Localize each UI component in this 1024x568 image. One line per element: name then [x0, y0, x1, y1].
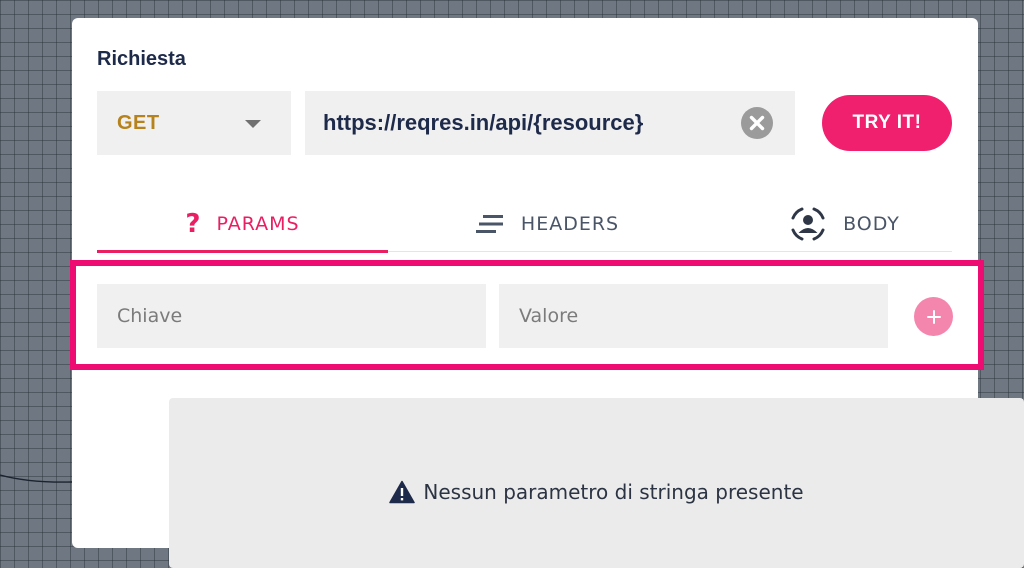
param-key-input[interactable] [97, 284, 486, 348]
url-field [305, 91, 795, 155]
tab-label-params: PARAMS [216, 213, 300, 235]
method-select[interactable]: GET [97, 91, 291, 155]
clear-url-button[interactable] [741, 107, 773, 139]
empty-state-message: Nessun parametro di stringa presente [423, 480, 804, 504]
param-row [97, 284, 957, 348]
question-icon: ? [185, 209, 201, 239]
close-icon [749, 115, 765, 131]
warning-icon [389, 480, 416, 504]
request-card: Richiesta GET TRY IT! ? PARAMS [72, 18, 1024, 568]
background-connector-line [0, 474, 73, 483]
param-value-input[interactable] [499, 284, 888, 348]
try-it-button[interactable]: TRY IT! [822, 95, 952, 151]
add-param-button[interactable] [914, 297, 953, 336]
empty-state-panel: Nessun parametro di stringa presente [169, 398, 1024, 568]
tab-bar: ? PARAMS HEADERS BODY [97, 196, 952, 253]
empty-state: Nessun parametro di stringa presente [169, 480, 1024, 504]
section-label: Richiesta [97, 48, 186, 70]
plus-icon [926, 309, 941, 324]
lines-icon [475, 213, 505, 235]
person-frame-icon [789, 205, 827, 243]
chevron-down-icon [245, 120, 261, 128]
tab-body[interactable]: BODY [737, 196, 952, 252]
tab-headers[interactable]: HEADERS [437, 196, 657, 252]
url-input[interactable] [323, 110, 733, 136]
method-value: GET [117, 111, 160, 134]
tab-label-body: BODY [843, 213, 900, 235]
tab-params[interactable]: ? PARAMS [97, 196, 388, 253]
tab-label-headers: HEADERS [520, 213, 620, 235]
